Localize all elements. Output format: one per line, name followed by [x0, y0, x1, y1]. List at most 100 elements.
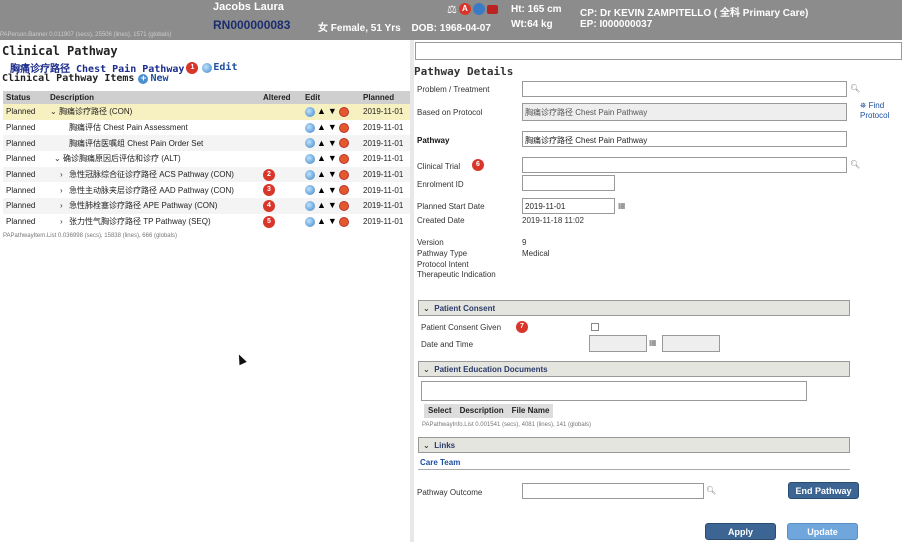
search-icon[interactable]: 🔍︎ [706, 486, 716, 495]
clinical-trial-input[interactable] [522, 157, 847, 173]
edit-item-icon[interactable] [305, 122, 315, 133]
cell-status: Planned [3, 198, 47, 214]
delete-item-icon[interactable] [338, 122, 349, 133]
education-input[interactable] [421, 381, 807, 401]
table-row[interactable]: Planned › 急性肺栓塞诊疗路径 APE Pathway (CON) 4 ▲ ▼ 20… [3, 198, 410, 214]
edit-item-icon[interactable] [305, 106, 315, 117]
patient-consent-section[interactable]: ⌄ Patient Consent [418, 300, 850, 316]
update-button[interactable]: Update [787, 523, 858, 540]
outcome-input[interactable] [522, 483, 704, 499]
move-up-icon[interactable]: ▲ [317, 217, 326, 226]
table-row[interactable]: Planned 胸痛评估医嘱组 Chest Pain Order Set ▲ ▼ 201… [3, 135, 410, 152]
chevron-right-icon[interactable]: › [60, 170, 69, 179]
chevron-right-icon[interactable]: › [60, 217, 69, 226]
edit-item-icon[interactable] [305, 185, 315, 196]
care-team-link[interactable]: Care Team [420, 458, 460, 467]
move-down-icon[interactable]: ▼ [328, 154, 337, 163]
calendar-icon[interactable]: ▦ [649, 338, 657, 347]
cell-edit: ▲ ▼ [302, 135, 360, 152]
version-label: Version [417, 238, 444, 247]
patient-id[interactable]: RN000000083 [213, 18, 290, 32]
end-pathway-button[interactable]: End Pathway [788, 482, 859, 499]
calendar-icon[interactable]: ▦ [618, 201, 626, 210]
patient-education-section[interactable]: ⌄ Patient Education Documents [418, 361, 850, 377]
pathway-label: Pathway [417, 136, 450, 145]
consent-time-input[interactable] [662, 335, 720, 352]
pathway-input[interactable]: 胸痛诊疗路径 Chest Pain Pathway [522, 131, 847, 147]
edit-item-icon[interactable] [305, 138, 315, 149]
move-down-icon[interactable]: ▼ [328, 107, 337, 116]
search-icon[interactable]: 🔍︎ [850, 160, 860, 169]
table-row[interactable]: Planned ⌄ 确诊胸痛原因后评估和诊疗 (ALT) ▲ ▼ 2019-11-01 [3, 151, 410, 167]
search-icon[interactable]: 🔍︎ [850, 84, 860, 93]
delete-item-icon[interactable] [338, 153, 349, 164]
item-description[interactable]: 张力性气胸诊疗路径 TP Pathway (SEQ) [69, 216, 211, 227]
col-select[interactable]: Select [424, 404, 456, 418]
table-row[interactable]: Planned ⌄ 胸痛诊疗路径 (CON) ▲ ▼ 2019-11-01 [3, 104, 410, 120]
edit-item-icon[interactable] [305, 169, 315, 180]
item-description[interactable]: 急性肺栓塞诊疗路径 APE Pathway (CON) [69, 200, 217, 211]
item-description[interactable]: 确诊胸痛原因后评估和诊疗 (ALT) [63, 153, 181, 164]
move-up-icon[interactable]: ▲ [317, 185, 326, 195]
move-up-icon[interactable]: ▲ [317, 123, 326, 132]
edit-item-icon[interactable] [305, 200, 315, 211]
item-description[interactable]: 胸痛评估医嘱组 Chest Pain Order Set [69, 138, 203, 149]
item-description[interactable]: 胸痛评估 Chest Pain Assessment [69, 122, 188, 133]
chevron-right-icon[interactable]: › [60, 186, 69, 195]
col-altered[interactable]: Altered [260, 91, 302, 104]
edit-pathway-link[interactable]: Edit [202, 62, 237, 73]
problem-input[interactable] [522, 81, 847, 97]
camera-icon[interactable] [486, 4, 498, 14]
chevron-down-icon[interactable]: ⌄ [54, 154, 63, 163]
badge: 3 [263, 184, 275, 197]
table-row[interactable]: Planned › 急性主动脉夹层诊疗路径 AAD Pathway (CON) 3 ▲ ▼… [3, 182, 410, 198]
move-up-icon[interactable]: ▲ [317, 107, 326, 116]
alert-icon[interactable]: A [458, 3, 471, 15]
consent-given-checkbox[interactable] [591, 323, 599, 331]
delete-item-icon[interactable] [338, 169, 349, 180]
move-up-icon[interactable]: ▲ [317, 138, 326, 148]
move-down-icon[interactable]: ▼ [328, 138, 337, 148]
edit-item-icon[interactable] [305, 216, 315, 227]
person-icon[interactable] [472, 3, 485, 15]
delete-item-icon[interactable] [338, 200, 349, 211]
move-up-icon[interactable]: ▲ [317, 154, 326, 163]
item-description[interactable]: 急性冠脉综合征诊疗路径 ACS Pathway (CON) [69, 169, 234, 180]
links-section[interactable]: ⌄ Links [418, 437, 850, 453]
table-row[interactable]: Planned 胸痛评估 Chest Pain Assessment ▲ ▼ 2019-… [3, 120, 410, 136]
patient-demographics: 女 Female, 51 Yrs DOB: 1968-04-07 [318, 19, 499, 34]
delete-item-icon[interactable] [338, 138, 349, 149]
col-file-name[interactable]: File Name [508, 404, 554, 418]
delete-item-icon[interactable] [338, 106, 349, 117]
item-description[interactable]: 急性主动脉夹层诊疗路径 AAD Pathway (CON) [69, 185, 234, 196]
move-down-icon[interactable]: ▼ [328, 201, 337, 210]
move-up-icon[interactable]: ▲ [317, 201, 326, 210]
delete-item-icon[interactable] [338, 185, 349, 196]
col-edu-description[interactable]: Description [456, 404, 508, 418]
details-top-input[interactable] [415, 42, 902, 60]
col-edit[interactable]: Edit [302, 91, 360, 104]
find-protocol-link[interactable]: ⛯ Find Protocol [860, 101, 902, 121]
col-planned[interactable]: Planned [360, 91, 410, 104]
move-down-icon[interactable]: ▼ [328, 123, 337, 132]
delete-item-icon[interactable] [338, 216, 349, 227]
col-description[interactable]: Description [47, 91, 260, 104]
table-row[interactable]: Planned › 急性冠脉综合征诊疗路径 ACS Pathway (CON) 2 ▲ ▼… [3, 166, 410, 183]
consent-date-input[interactable] [589, 335, 647, 352]
move-down-icon[interactable]: ▼ [328, 217, 337, 226]
chevron-down-icon[interactable]: ⌄ [50, 107, 59, 116]
edit-item-icon[interactable] [305, 153, 315, 164]
move-down-icon[interactable]: ▼ [328, 170, 337, 179]
apply-button[interactable]: Apply [705, 523, 776, 540]
move-down-icon[interactable]: ▼ [328, 185, 337, 195]
enrolment-input[interactable] [522, 175, 615, 191]
start-date-input[interactable]: 2019-11-01 [522, 198, 615, 214]
edit-icon [202, 62, 213, 73]
chevron-down-icon: ⌄ [423, 441, 430, 450]
item-description[interactable]: 胸痛诊疗路径 (CON) [59, 106, 132, 117]
new-item-link[interactable]: + New [138, 73, 169, 84]
table-row[interactable]: Planned › 张力性气胸诊疗路径 TP Pathway (SEQ) 5 ▲ ▼ 201… [3, 214, 410, 230]
col-status[interactable]: Status [3, 91, 47, 104]
move-up-icon[interactable]: ▲ [317, 170, 326, 179]
chevron-right-icon[interactable]: › [60, 201, 69, 210]
